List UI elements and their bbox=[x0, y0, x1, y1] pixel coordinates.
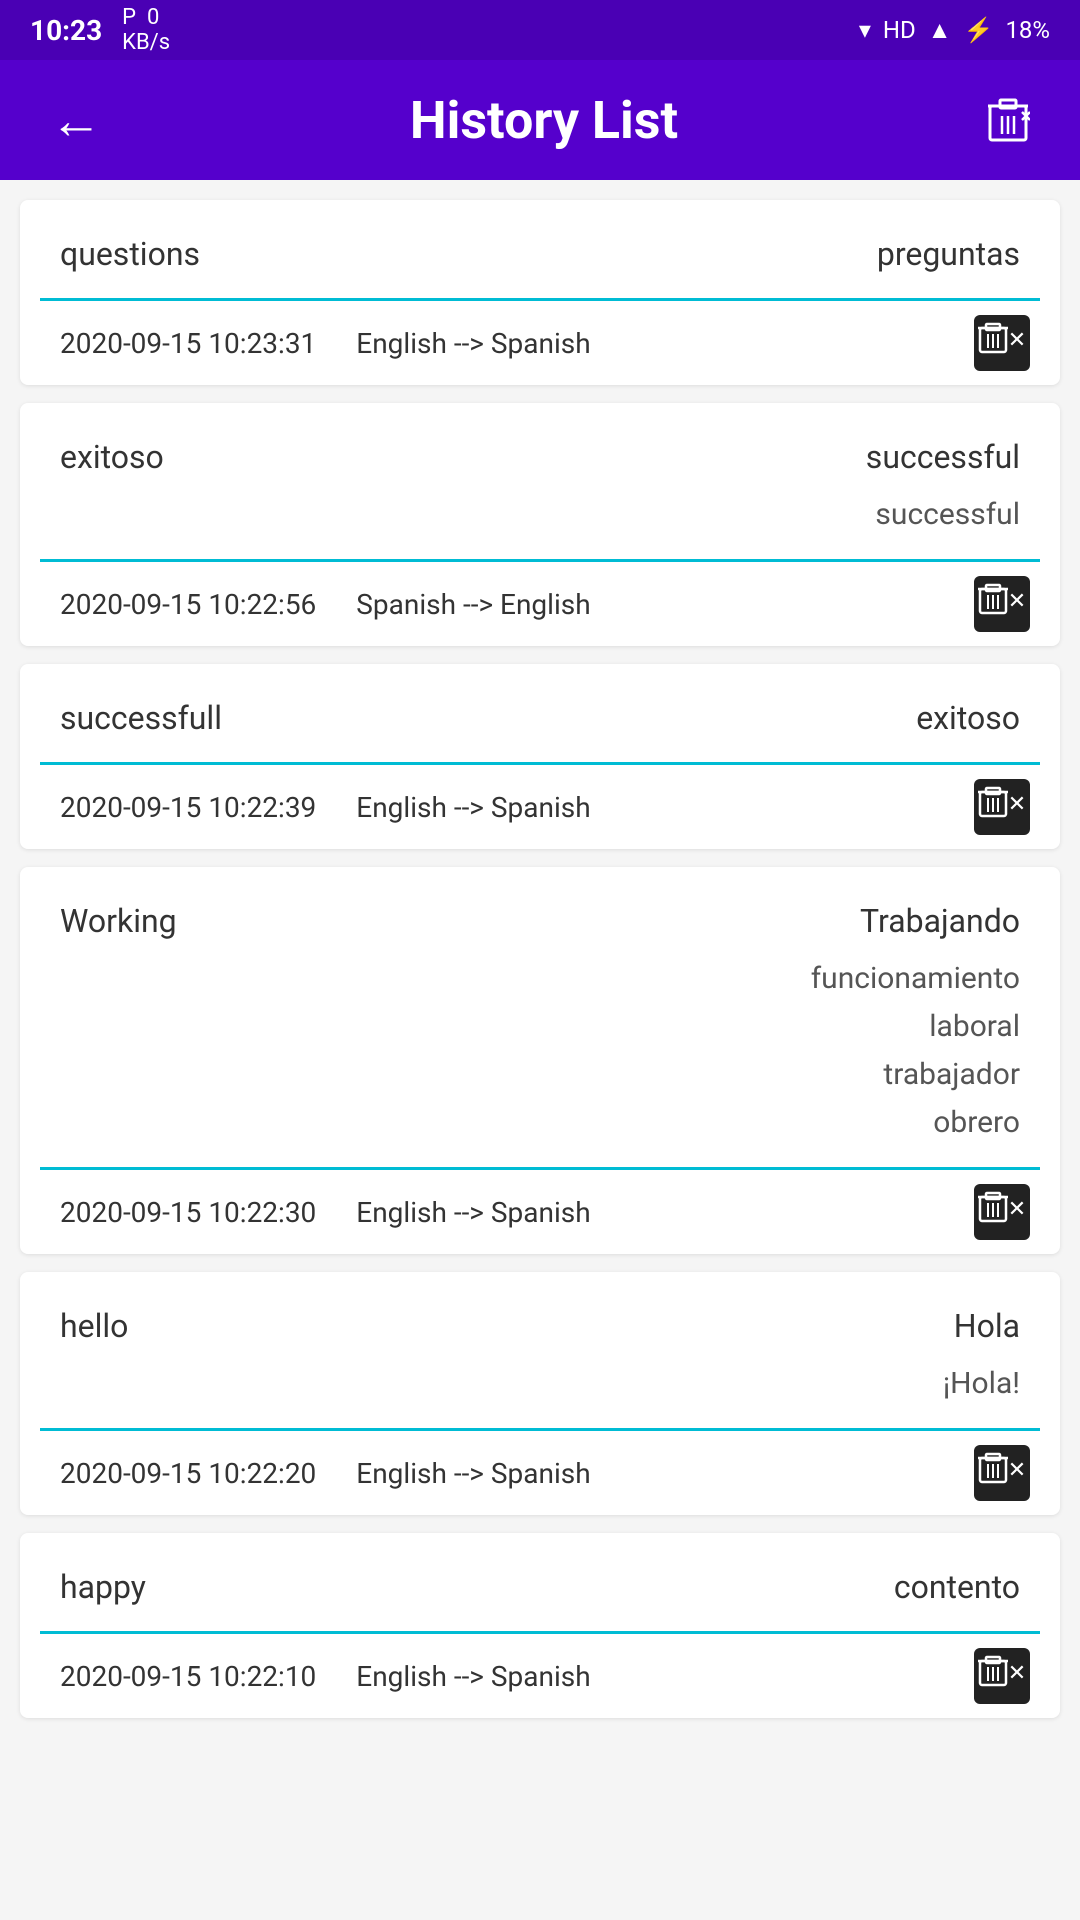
card-direction: English --> Spanish bbox=[356, 1196, 590, 1229]
status-right: ▾ HD ▲ ⚡ 18% bbox=[859, 16, 1050, 45]
history-card: exitoso successful successful 2020-09-15… bbox=[20, 403, 1060, 646]
x-icon: ✕ bbox=[1008, 589, 1026, 614]
primary-translation: preguntas bbox=[877, 235, 1020, 273]
card-meta: 2020-09-15 10:22:56 Spanish --> English bbox=[60, 588, 974, 621]
card-translation: Hola ¡Hola! bbox=[550, 1302, 1020, 1408]
wifi-icon: ▾ bbox=[859, 16, 871, 44]
x-icon: ✕ bbox=[1008, 792, 1026, 817]
trash-icon bbox=[978, 1655, 1008, 1697]
x-icon: ✕ bbox=[1008, 1458, 1026, 1483]
alt-translations: ¡Hola! bbox=[550, 1360, 1020, 1408]
card-body: happy contento bbox=[20, 1533, 1060, 1631]
card-translation: successful successful bbox=[550, 433, 1020, 539]
alt-translations: successful bbox=[550, 491, 1020, 539]
card-footer: 2020-09-15 10:22:30 English --> Spanish bbox=[20, 1170, 1060, 1254]
alt-translations: funcionamientolaboraltrabajadorobrero bbox=[550, 955, 1020, 1147]
back-button[interactable]: ← bbox=[40, 80, 112, 161]
card-footer: 2020-09-15 10:22:39 English --> Spanish bbox=[20, 765, 1060, 849]
delete-button[interactable]: ✕ bbox=[974, 315, 1030, 371]
battery-icon: ⚡ bbox=[964, 16, 994, 44]
card-translation: Trabajando funcionamientolaboraltrabajad… bbox=[550, 897, 1020, 1147]
x-icon: ✕ bbox=[1008, 1197, 1026, 1222]
card-timestamp: 2020-09-15 10:22:39 bbox=[60, 791, 316, 824]
card-timestamp: 2020-09-15 10:22:56 bbox=[60, 588, 316, 621]
status-bar: 10:23 P 0KB/s ▾ HD ▲ ⚡ 18% bbox=[0, 0, 1080, 60]
card-translation: preguntas bbox=[550, 230, 1020, 278]
delete-button[interactable]: ✕ bbox=[974, 576, 1030, 632]
trash-icon bbox=[978, 322, 1008, 364]
history-card: Working Trabajando funcionamientolaboral… bbox=[20, 867, 1060, 1254]
delete-button[interactable]: ✕ bbox=[974, 1648, 1030, 1704]
card-source: happy bbox=[60, 1563, 550, 1611]
card-footer: 2020-09-15 10:22:10 English --> Spanish bbox=[20, 1634, 1060, 1718]
card-timestamp: 2020-09-15 10:22:30 bbox=[60, 1196, 316, 1229]
app-bar: ← History List bbox=[0, 60, 1080, 180]
card-meta: 2020-09-15 10:22:20 English --> Spanish bbox=[60, 1457, 974, 1490]
card-source: successfull bbox=[60, 694, 550, 742]
x-icon: ✕ bbox=[1008, 328, 1026, 353]
card-meta: 2020-09-15 10:22:10 English --> Spanish bbox=[60, 1660, 974, 1693]
card-direction: English --> Spanish bbox=[356, 327, 590, 360]
card-source: exitoso bbox=[60, 433, 550, 539]
trash-icon bbox=[978, 786, 1008, 828]
card-footer: 2020-09-15 10:22:56 Spanish --> English bbox=[20, 562, 1060, 646]
delete-button[interactable]: ✕ bbox=[974, 779, 1030, 835]
trash-icon bbox=[978, 1191, 1008, 1233]
card-direction: English --> Spanish bbox=[356, 791, 590, 824]
trash-icon bbox=[978, 583, 1008, 625]
status-left: 10:23 P 0KB/s bbox=[30, 5, 170, 55]
x-icon: ✕ bbox=[1008, 1661, 1026, 1686]
signal-icon: ▲ bbox=[928, 16, 952, 45]
card-body: successfull exitoso bbox=[20, 664, 1060, 762]
card-source: hello bbox=[60, 1302, 550, 1408]
trash-icon bbox=[978, 1452, 1008, 1494]
primary-translation: successful bbox=[866, 438, 1020, 476]
card-timestamp: 2020-09-15 10:22:10 bbox=[60, 1660, 316, 1693]
primary-translation: Trabajando bbox=[860, 902, 1020, 940]
card-footer: 2020-09-15 10:23:31 English --> Spanish bbox=[20, 301, 1060, 385]
delete-button[interactable]: ✕ bbox=[974, 1445, 1030, 1501]
delete-button[interactable]: ✕ bbox=[974, 1184, 1030, 1240]
card-timestamp: 2020-09-15 10:22:20 bbox=[60, 1457, 316, 1490]
card-body: hello Hola ¡Hola! bbox=[20, 1272, 1060, 1428]
card-body: questions preguntas bbox=[20, 200, 1060, 298]
hd-badge: HD bbox=[883, 16, 916, 44]
status-time: 10:23 bbox=[30, 14, 102, 47]
card-source: Working bbox=[60, 897, 550, 1147]
history-list: questions preguntas 2020-09-15 10:23:31 … bbox=[0, 180, 1080, 1756]
card-direction: English --> Spanish bbox=[356, 1457, 590, 1490]
card-body: Working Trabajando funcionamientolaboral… bbox=[20, 867, 1060, 1167]
card-direction: Spanish --> English bbox=[356, 588, 590, 621]
card-translation: contento bbox=[550, 1563, 1020, 1611]
card-direction: English --> Spanish bbox=[356, 1660, 590, 1693]
card-footer: 2020-09-15 10:22:20 English --> Spanish bbox=[20, 1431, 1060, 1515]
card-timestamp: 2020-09-15 10:23:31 bbox=[60, 327, 316, 360]
history-card: happy contento 2020-09-15 10:22:10 Engli… bbox=[20, 1533, 1060, 1718]
clear-all-icon bbox=[986, 96, 1030, 144]
history-card: successfull exitoso 2020-09-15 10:22:39 … bbox=[20, 664, 1060, 849]
card-meta: 2020-09-15 10:22:30 English --> Spanish bbox=[60, 1196, 974, 1229]
card-body: exitoso successful successful bbox=[20, 403, 1060, 559]
card-meta: 2020-09-15 10:22:39 English --> Spanish bbox=[60, 791, 974, 824]
page-title: History List bbox=[112, 90, 976, 151]
battery-percent: 18% bbox=[1005, 16, 1050, 44]
primary-translation: exitoso bbox=[916, 699, 1020, 737]
card-source: questions bbox=[60, 230, 550, 278]
primary-translation: contento bbox=[894, 1568, 1020, 1606]
clear-all-button[interactable] bbox=[976, 86, 1040, 154]
status-network: P 0KB/s bbox=[122, 5, 170, 55]
card-translation: exitoso bbox=[550, 694, 1020, 742]
card-meta: 2020-09-15 10:23:31 English --> Spanish bbox=[60, 327, 974, 360]
primary-translation: Hola bbox=[954, 1307, 1020, 1345]
history-card: hello Hola ¡Hola! 2020-09-15 10:22:20 En… bbox=[20, 1272, 1060, 1515]
history-card: questions preguntas 2020-09-15 10:23:31 … bbox=[20, 200, 1060, 385]
